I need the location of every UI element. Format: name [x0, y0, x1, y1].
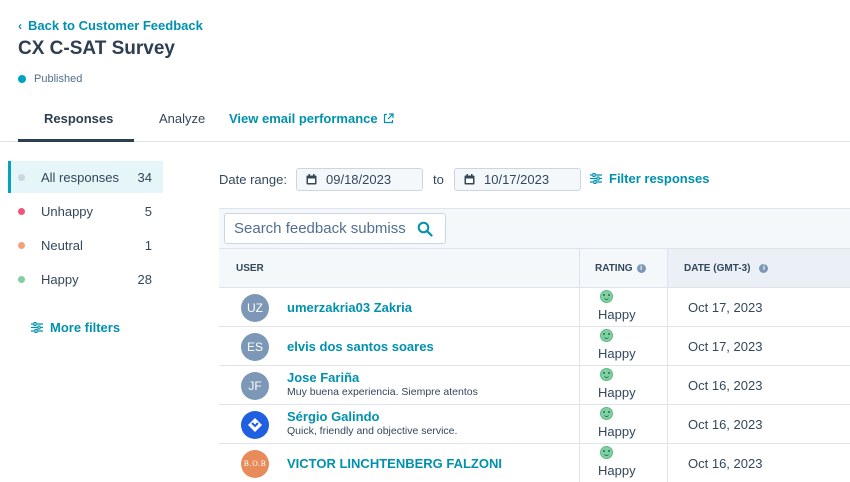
date-to-value: 10/17/2023 — [484, 172, 550, 187]
search-box[interactable] — [224, 213, 446, 244]
filter-responses-label: Filter responses — [609, 171, 710, 186]
sidebar-item-all-responses[interactable]: All responses 34 — [8, 161, 163, 193]
status-label: Published — [34, 73, 83, 85]
status-dot-icon — [18, 75, 26, 83]
tab-analyze[interactable]: Analyze — [159, 111, 205, 126]
happy-face-icon — [600, 407, 613, 420]
more-filters-label: More filters — [50, 320, 121, 335]
tab-responses[interactable]: Responses — [44, 111, 113, 126]
sidebar-item-neutral[interactable]: Neutral 1 — [8, 229, 163, 261]
rating-label: Happy — [598, 307, 636, 322]
rating-label: Happy — [598, 385, 636, 400]
sidebar-item-count: 5 — [144, 203, 152, 219]
calendar-icon — [464, 174, 475, 185]
happy-face-icon — [600, 446, 613, 459]
happy-face-icon — [600, 329, 613, 342]
sidebar-item-label: All responses — [41, 169, 120, 185]
avatar: UZ — [241, 294, 269, 322]
rating-cell: Happy — [598, 446, 658, 478]
dot-icon — [18, 173, 25, 181]
sidebar-item-count: 1 — [144, 237, 152, 253]
search-icon[interactable] — [417, 221, 433, 237]
sliders-icon — [590, 173, 602, 184]
table-header: USER RATING i DATE (GMT-3) i — [219, 248, 850, 288]
rating-label: Happy — [598, 346, 636, 361]
avatar: JF — [241, 372, 269, 400]
search-input[interactable] — [234, 220, 409, 237]
to-label: to — [433, 172, 444, 187]
rating-label: Happy — [598, 424, 636, 439]
calendar-icon — [306, 174, 317, 185]
date-to-input[interactable]: 10/17/2023 — [454, 168, 581, 191]
sidebar-item-count: 28 — [137, 271, 152, 287]
user-name-link[interactable]: VICTOR LINCHTENBERG FALZONI — [287, 456, 502, 471]
user-name-link[interactable]: umerzakria03 Zakria — [287, 300, 412, 315]
status-badge: Published — [18, 73, 82, 85]
column-header-date[interactable]: DATE (GMT-3) i — [667, 249, 850, 287]
info-icon[interactable]: i — [636, 263, 646, 273]
rating-label: Happy — [598, 463, 636, 478]
user-name-link[interactable]: elvis dos santos soares — [287, 339, 434, 354]
date-from-input[interactable]: 09/18/2023 — [296, 168, 423, 191]
happy-face-icon — [600, 290, 613, 303]
company-logo-icon — [241, 411, 269, 439]
page-title: CX C-SAT Survey — [18, 38, 175, 59]
user-comment: Muy buena experiencia. Siempre atentos — [287, 386, 478, 398]
sidebar-item-label: Unhappy — [41, 203, 94, 219]
table-row[interactable]: UZ umerzakria03 Zakria Happy Oct 17, 202… — [219, 288, 850, 327]
rating-cell: Happy — [598, 290, 658, 322]
view-email-performance-link[interactable]: View email performance — [229, 111, 394, 126]
date-cell: Oct 17, 2023 — [688, 339, 763, 354]
sidebar-item-unhappy[interactable]: Unhappy 5 — [8, 195, 163, 227]
more-filters-button[interactable]: More filters — [31, 320, 120, 335]
date-cell: Oct 16, 2023 — [688, 378, 763, 393]
active-tab-indicator — [18, 139, 134, 142]
dot-icon — [18, 207, 25, 215]
date-cell: Oct 17, 2023 — [688, 300, 763, 315]
user-comment: Quick, friendly and objective service. — [287, 425, 458, 437]
date-from-value: 09/18/2023 — [326, 172, 392, 187]
filter-responses-button[interactable]: Filter responses — [590, 171, 709, 186]
sidebar-item-count: 34 — [137, 169, 152, 185]
date-range-label: Date range: — [219, 172, 287, 187]
back-link-label: Back to Customer Feedback — [28, 18, 203, 33]
column-header-user[interactable]: USER — [236, 249, 264, 287]
table-row[interactable]: Sérgio Galindo Quick, friendly and objec… — [219, 405, 850, 444]
sidebar-item-label: Neutral — [41, 237, 83, 253]
back-link[interactable]: ‹ Back to Customer Feedback — [18, 18, 203, 33]
rating-cell: Happy — [598, 407, 658, 439]
happy-face-icon — [600, 368, 613, 381]
user-name-link[interactable]: Jose Fariña — [287, 370, 359, 385]
table-row[interactable]: B.O.B VICTOR LINCHTENBERG FALZONI Happy … — [219, 444, 850, 482]
dot-icon — [18, 241, 25, 249]
dot-icon — [18, 275, 25, 283]
view-email-performance-label: View email performance — [229, 111, 378, 126]
chevron-left-icon: ‹ — [18, 19, 22, 33]
user-name-link[interactable]: Sérgio Galindo — [287, 409, 379, 424]
table-row[interactable]: JF Jose Fariña Muy buena experiencia. Si… — [219, 366, 850, 405]
rating-cell: Happy — [598, 368, 658, 400]
sidebar-item-label: Happy — [41, 271, 79, 287]
column-header-rating-label: RATING — [595, 262, 633, 274]
table-row[interactable]: ES elvis dos santos soares Happy Oct 17,… — [219, 327, 850, 366]
avatar: ES — [241, 333, 269, 361]
rating-cell: Happy — [598, 329, 658, 361]
date-cell: Oct 16, 2023 — [688, 417, 763, 432]
company-logo-icon: B.O.B — [241, 450, 269, 478]
info-icon[interactable]: i — [759, 263, 769, 273]
column-header-date-label: DATE (GMT-3) — [684, 262, 751, 274]
date-cell: Oct 16, 2023 — [688, 456, 763, 471]
sliders-icon — [31, 322, 43, 333]
sidebar-item-happy[interactable]: Happy 28 — [8, 263, 163, 295]
external-link-icon — [383, 113, 394, 124]
column-header-rating[interactable]: RATING i — [579, 249, 667, 287]
